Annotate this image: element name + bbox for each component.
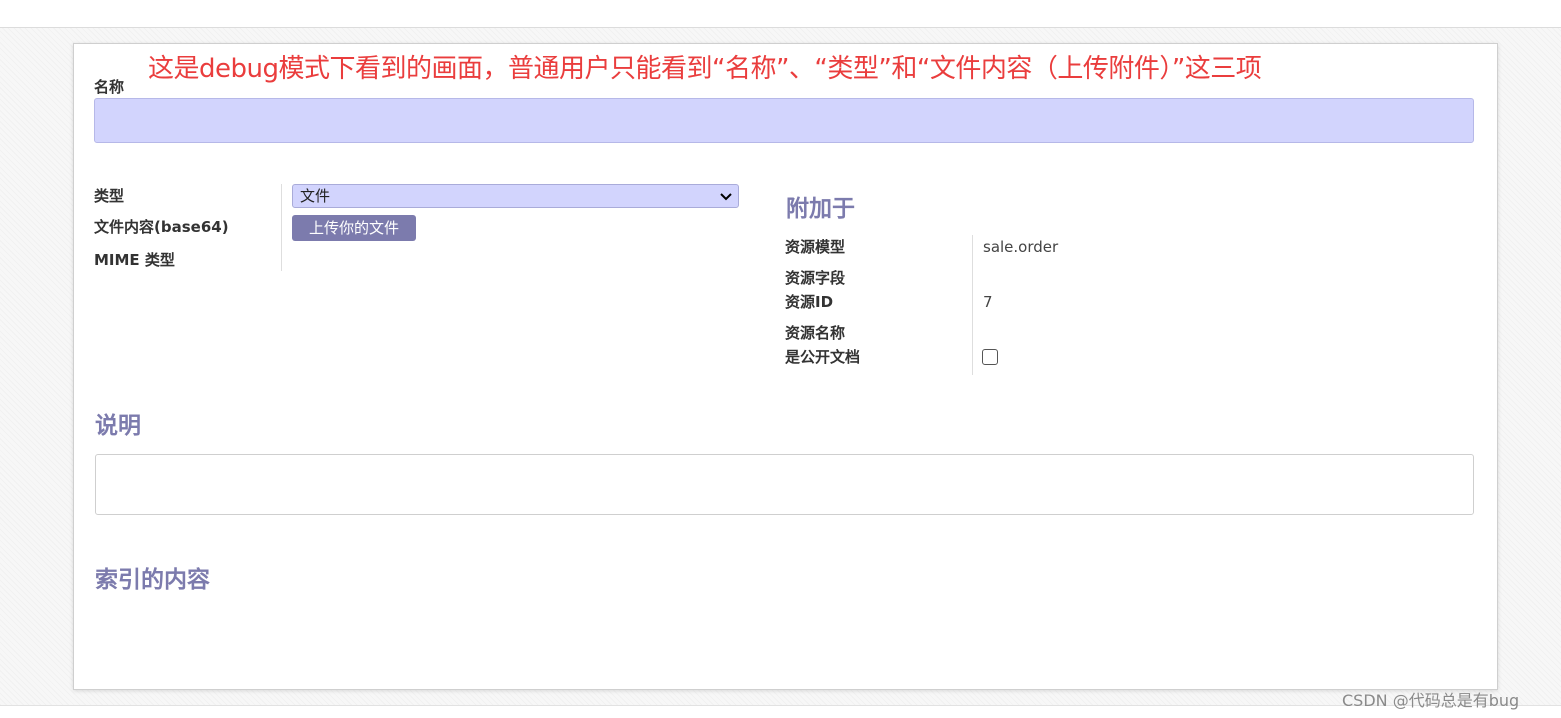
description-title: 说明 bbox=[95, 413, 141, 439]
attached-to-title: 附加于 bbox=[786, 196, 855, 222]
mime-type-label: MIME 类型 bbox=[94, 251, 175, 269]
bottom-bar bbox=[0, 705, 1561, 718]
is-public-label: 是公开文档 bbox=[785, 348, 861, 366]
watermark: CSDN @代码总是有bug bbox=[1342, 691, 1520, 710]
name-label: 名称 bbox=[94, 78, 125, 96]
upload-file-button[interactable]: 上传你的文件 bbox=[292, 215, 416, 241]
left-group-divider bbox=[281, 184, 282, 271]
red-annotation-text: 这是debug模式下看到的画面，普通用户只能看到“名称”、“类型”和“文件内容（… bbox=[148, 54, 1262, 84]
res-name-label: 资源名称 bbox=[785, 324, 846, 342]
res-model-label: 资源模型 bbox=[785, 238, 846, 256]
file-content-label: 文件内容(base64) bbox=[94, 218, 229, 236]
chevron-down-icon bbox=[720, 185, 732, 207]
description-field[interactable] bbox=[95, 454, 1474, 515]
res-id-value: 7 bbox=[983, 293, 993, 311]
top-bar bbox=[0, 0, 1561, 28]
res-id-label: 资源ID bbox=[785, 293, 834, 311]
type-select-value: 文件 bbox=[300, 187, 331, 205]
is-public-checkbox[interactable] bbox=[982, 349, 998, 365]
res-model-value: sale.order bbox=[983, 238, 1059, 256]
indexed-content-title: 索引的内容 bbox=[95, 567, 210, 593]
type-label: 类型 bbox=[94, 187, 125, 205]
right-group-divider bbox=[972, 235, 973, 375]
name-input[interactable] bbox=[94, 98, 1474, 143]
res-field-label: 资源字段 bbox=[785, 269, 846, 287]
type-select[interactable]: 文件 bbox=[292, 184, 739, 208]
